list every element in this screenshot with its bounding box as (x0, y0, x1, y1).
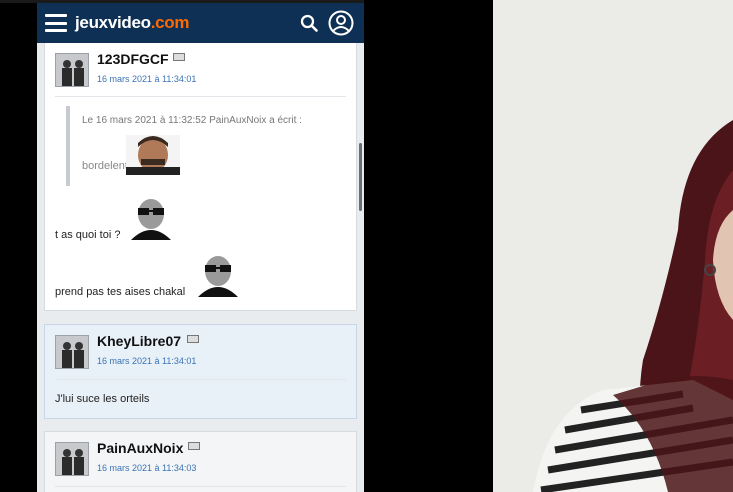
mail-icon[interactable] (187, 335, 199, 343)
laughing-man-sticker (126, 135, 180, 175)
divider (55, 379, 346, 380)
mail-icon[interactable] (173, 53, 185, 61)
post-line: prend pas tes aises chakal (55, 286, 186, 298)
site-header: jeuxvideo.com (37, 3, 364, 43)
avatar[interactable] (55, 335, 89, 369)
black-gap (364, 0, 493, 492)
post-date[interactable]: 16 mars 2021 à 11:34:01 (97, 356, 196, 366)
avatar[interactable] (55, 53, 89, 87)
divider (55, 486, 346, 487)
forum-post: 123DFGCF 16 mars 2021 à 11:34:01 Le 16 m… (44, 43, 357, 311)
post-author[interactable]: PainAuxNoix (97, 440, 183, 456)
scrollbar[interactable] (359, 143, 362, 211)
divider (55, 96, 346, 97)
quote-text: bordelent (82, 160, 128, 172)
post-author[interactable]: 123DFGCF (97, 51, 169, 67)
streamer-webcam-image (493, 0, 733, 492)
logo-suffix: .com (150, 13, 190, 32)
post-text: J'lui suce les orteils (55, 393, 150, 405)
post-line: t as quoi toi ? (55, 229, 121, 241)
risitas-glasses-sticker (198, 256, 238, 297)
forum-post: KheyLibre07 16 mars 2021 à 11:34:01 J'lu… (44, 324, 357, 419)
mail-icon[interactable] (188, 442, 200, 450)
menu-icon[interactable] (45, 14, 67, 32)
logo-main: jeuxvideo (75, 13, 151, 32)
post-date[interactable]: 16 mars 2021 à 11:34:01 (97, 74, 196, 84)
post-author[interactable]: KheyLibre07 (97, 333, 181, 349)
account-icon[interactable] (328, 10, 354, 36)
avatar[interactable] (55, 442, 89, 476)
post-meta: 123DFGCF 16 mars 2021 à 11:34:01 (55, 51, 345, 93)
phone-browser-view: jeuxvideo.com 123DFGCF 16 mars 2021 à 11… (37, 3, 364, 492)
post-meta: KheyLibre07 16 mars 2021 à 11:34:01 (55, 333, 345, 375)
risitas-glasses-sticker (131, 199, 171, 240)
post-meta: PainAuxNoix 16 mars 2021 à 11:34:03 (55, 440, 345, 482)
quote-header: Le 16 mars 2021 à 11:32:52 PainAuxNoix a… (82, 115, 302, 126)
search-icon[interactable] (300, 14, 318, 32)
forum-post: PainAuxNoix 16 mars 2021 à 11:34:03 (44, 431, 357, 492)
post-date[interactable]: 16 mars 2021 à 11:34:03 (97, 463, 196, 473)
site-logo[interactable]: jeuxvideo.com (75, 13, 190, 33)
webcam-feed (493, 0, 733, 492)
quote-block: Le 16 mars 2021 à 11:32:52 PainAuxNoix a… (66, 106, 336, 186)
